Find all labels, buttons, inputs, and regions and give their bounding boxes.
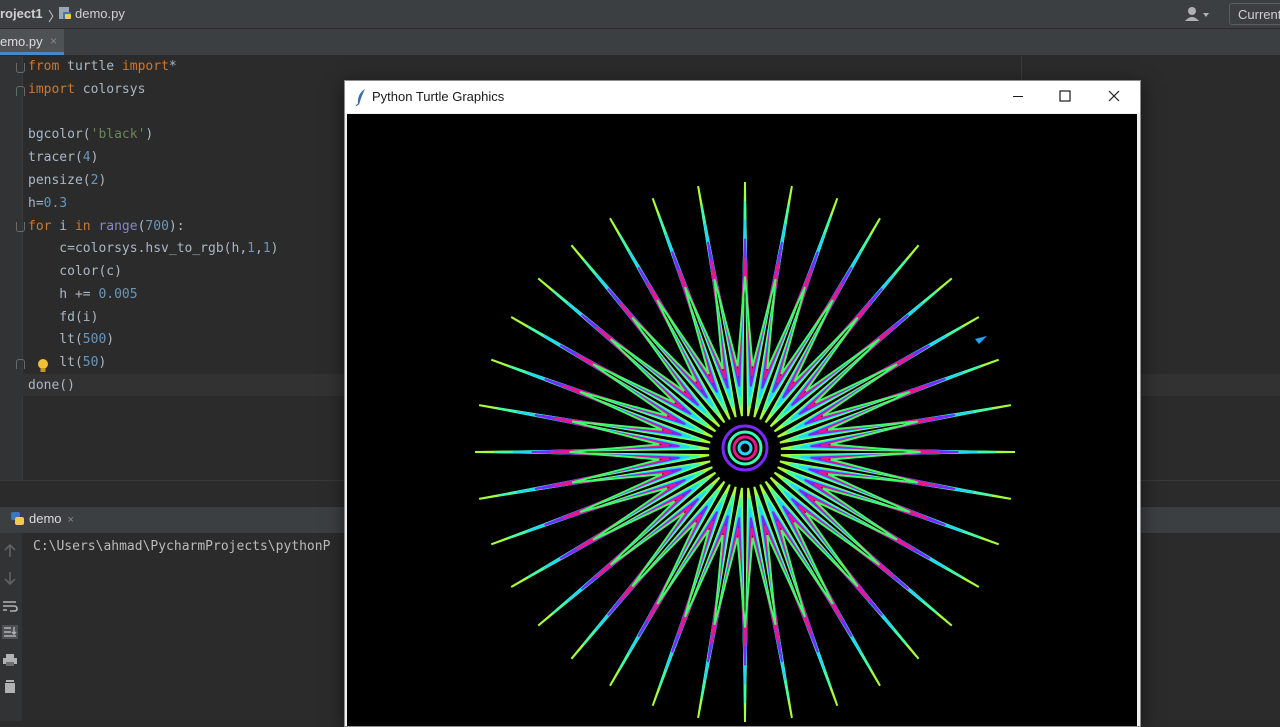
turtle-canvas[interactable] <box>347 114 1137 726</box>
code-line[interactable]: fd(i) <box>28 307 98 329</box>
star-outline <box>493 200 997 704</box>
star-outline <box>569 276 921 628</box>
code-text: lt(500) <box>28 332 115 347</box>
code-line[interactable]: tracer(4) <box>28 147 98 169</box>
run-tab-close-icon[interactable]: × <box>68 514 74 526</box>
pycharm-ide: roject1 〉 demo.py Current emo.py × from … <box>0 0 1280 727</box>
editor-tab-bar: emo.py × <box>0 29 1280 55</box>
code-line[interactable]: color(c) <box>28 261 122 283</box>
run-tab-label: demo <box>29 511 62 526</box>
arrow-down-icon[interactable] <box>2 571 18 585</box>
minimize-icon[interactable] <box>995 81 1041 113</box>
user-icon[interactable] <box>1183 5 1211 23</box>
run-tab-demo[interactable]: demo × <box>10 511 74 526</box>
code-line[interactable]: c=colorsys.hsv_to_rgb(h,1,1) <box>28 238 278 260</box>
code-line[interactable]: h += 0.005 <box>28 284 138 306</box>
tab-label: emo.py <box>0 34 43 49</box>
code-line[interactable]: import colorsys <box>28 79 145 101</box>
breadcrumb-file[interactable]: demo.py <box>75 6 125 21</box>
code-line[interactable]: lt(500) <box>28 329 114 351</box>
trash-icon[interactable] <box>2 679 18 693</box>
tab-demo-py[interactable]: emo.py × <box>0 29 64 55</box>
star-outline <box>550 257 940 647</box>
fold-icon[interactable] <box>16 359 25 369</box>
editor-gutter <box>0 56 25 480</box>
run-toolbar <box>0 533 22 721</box>
code-text: from turtle import* <box>28 59 177 74</box>
scroll-end-icon[interactable] <box>2 625 18 639</box>
code-line[interactable]: pensize(2) <box>28 170 106 192</box>
code-line[interactable]: done() <box>28 375 75 397</box>
console-output: C:\Users\ahmad\PycharmProjects\pythonP <box>33 539 331 554</box>
turtle-drawing <box>474 181 1016 723</box>
bulb-icon[interactable] <box>37 359 49 373</box>
window-title: Python Turtle Graphics <box>372 89 505 104</box>
run-configuration-selector[interactable]: Current <box>1229 3 1280 25</box>
code-text: import colorsys <box>28 82 146 97</box>
turtle-graphics-window[interactable]: Python Turtle Graphics <box>344 80 1141 727</box>
maximize-icon[interactable] <box>1042 81 1088 113</box>
code-line[interactable]: bgcolor('black') <box>28 124 153 146</box>
code-text: c=colorsys.hsv_to_rgb(h,1,1) <box>28 241 279 256</box>
center-ring <box>732 435 758 461</box>
code-text: done() <box>28 378 75 393</box>
code-line[interactable]: for i in range(700): <box>28 216 185 238</box>
code-text: color(c) <box>28 264 122 279</box>
arrow-up-icon[interactable] <box>2 544 18 558</box>
soft-wrap-icon[interactable] <box>2 599 18 613</box>
window-titlebar[interactable]: Python Turtle Graphics <box>345 81 1140 113</box>
print-icon[interactable] <box>2 653 18 667</box>
python-icon <box>11 512 24 525</box>
fold-icon[interactable] <box>16 222 25 232</box>
code-text: for i in range(700): <box>28 219 185 234</box>
python-file-icon <box>59 7 71 19</box>
turtle-cursor-icon <box>975 336 987 344</box>
center-ring <box>737 440 753 456</box>
code-text: bgcolor('black') <box>28 127 154 142</box>
tab-close-icon[interactable]: × <box>50 34 57 48</box>
code-line[interactable]: from turtle import* <box>28 56 177 78</box>
fold-icon[interactable] <box>16 63 25 73</box>
code-text: fd(i) <box>28 310 99 325</box>
star-outline <box>512 219 978 685</box>
close-icon[interactable] <box>1091 81 1137 113</box>
navigation-bar: roject1 〉 demo.py Current <box>0 0 1280 29</box>
breadcrumb-project[interactable]: roject1 <box>0 6 43 21</box>
code-text: tracer(4) <box>28 150 99 165</box>
fold-icon[interactable] <box>16 86 25 96</box>
code-text: pensize(2) <box>28 173 107 188</box>
feather-icon <box>355 89 365 106</box>
code-text: h += 0.005 <box>28 287 138 302</box>
star-outline <box>531 238 959 666</box>
code-text: h=0.3 <box>28 196 68 211</box>
code-line[interactable]: h=0.3 <box>28 193 67 215</box>
